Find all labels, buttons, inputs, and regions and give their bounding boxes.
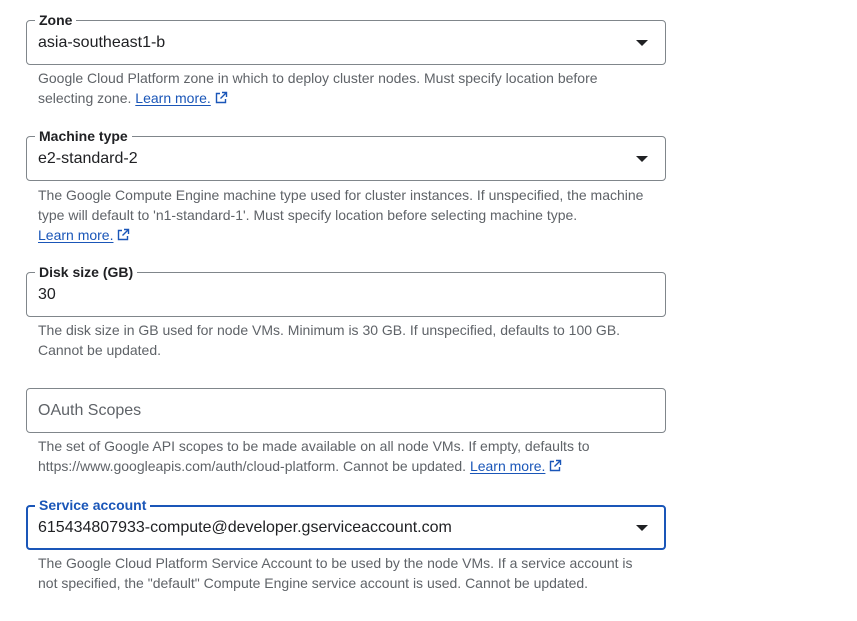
dropdown-arrow-icon[interactable] (636, 156, 648, 162)
disk-size-value[interactable]: 30 (38, 285, 56, 305)
oauth-scopes-hint: The set of Google API scopes to be made … (38, 436, 648, 476)
machine-type-label: Machine type (35, 127, 132, 145)
external-link-icon[interactable] (116, 228, 130, 242)
dropdown-arrow-icon[interactable] (636, 40, 648, 46)
service-account-value: 615434807933-compute@developer.gservicea… (38, 519, 452, 536)
oauth-scopes-learn-more-link[interactable]: Learn more. (470, 458, 545, 474)
machine-type-hint-text: The Google Compute Engine machine type u… (38, 187, 644, 223)
external-link-icon[interactable] (214, 91, 228, 105)
zone-hint: Google Cloud Platform zone in which to d… (38, 68, 648, 108)
dropdown-arrow-icon[interactable] (636, 525, 648, 531)
disk-size-label: Disk size (GB) (35, 263, 138, 281)
machine-type-value: e2-standard-2 (38, 150, 138, 167)
disk-size-hint-text: The disk size in GB used for node VMs. M… (38, 322, 621, 358)
disk-size-input[interactable]: Disk size (GB) 30 (26, 263, 666, 317)
oauth-scopes-input[interactable]: OAuth Scopes (26, 388, 666, 433)
machine-type-hint: The Google Compute Engine machine type u… (38, 185, 648, 245)
zone-hint-text: Google Cloud Platform zone in which to d… (38, 70, 598, 106)
machine-type-learn-more-link[interactable]: Learn more. (38, 227, 113, 243)
service-account-label: Service account (35, 496, 151, 514)
external-link-icon[interactable] (548, 459, 562, 473)
service-account-hint-text: The Google Cloud Platform Service Accoun… (38, 555, 633, 591)
zone-learn-more-link[interactable]: Learn more. (135, 90, 210, 106)
zone-value: asia-southeast1-b (38, 34, 166, 51)
oauth-scopes-placeholder: OAuth Scopes (38, 402, 142, 419)
zone-label: Zone (35, 11, 77, 29)
machine-type-select[interactable]: Machine type e2-standard-2 (26, 127, 666, 181)
disk-size-hint: The disk size in GB used for node VMs. M… (38, 320, 648, 360)
service-account-select[interactable]: Service account 615434807933-compute@dev… (26, 496, 666, 550)
service-account-hint: The Google Cloud Platform Service Accoun… (38, 553, 648, 593)
zone-select[interactable]: Zone asia-southeast1-b (26, 11, 666, 65)
